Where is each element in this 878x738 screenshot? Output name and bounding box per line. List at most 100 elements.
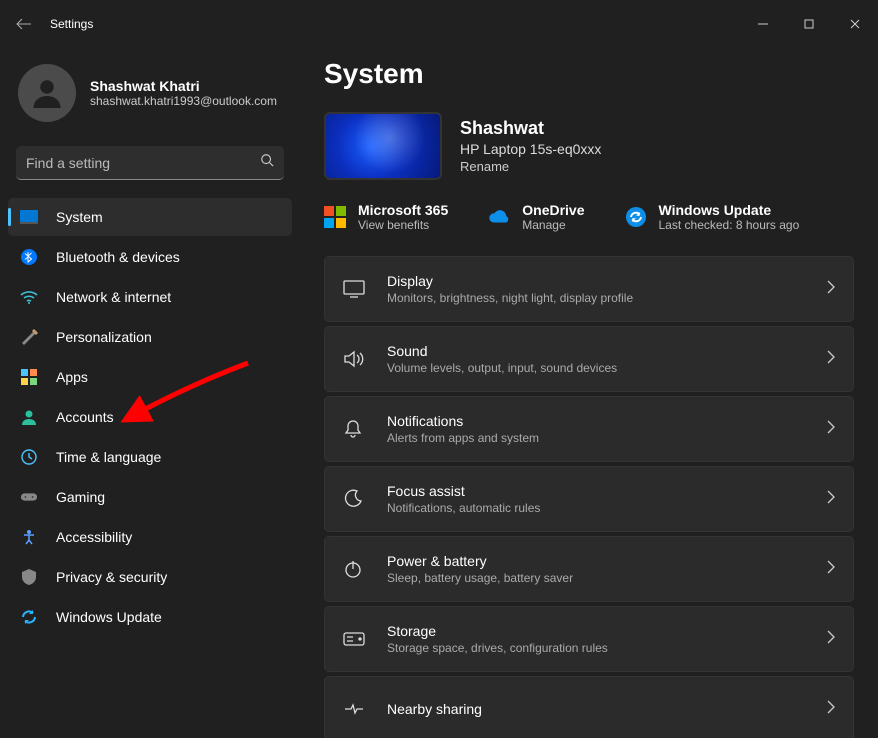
sidebar-item-label: Network & internet bbox=[56, 289, 171, 305]
sound-icon bbox=[343, 350, 365, 368]
tile-title: Notifications bbox=[387, 413, 805, 429]
notifications-icon bbox=[343, 419, 365, 439]
device-user-name: Shashwat bbox=[460, 118, 601, 139]
sidebar-item-label: System bbox=[56, 209, 103, 225]
tile-title: Focus assist bbox=[387, 483, 805, 499]
update-icon bbox=[20, 608, 38, 626]
sidebar-item-apps[interactable]: Apps bbox=[8, 358, 292, 396]
sidebar-item-update[interactable]: Windows Update bbox=[8, 598, 292, 636]
sidebar-item-label: Accessibility bbox=[56, 529, 132, 545]
accessibility-icon bbox=[20, 528, 38, 546]
sidebar-item-label: Apps bbox=[56, 369, 88, 385]
tile-notifications[interactable]: Notifications Alerts from apps and system bbox=[324, 396, 854, 462]
tile-sub: Sleep, battery usage, battery saver bbox=[387, 571, 805, 585]
promo-sub[interactable]: Last checked: 8 hours ago bbox=[659, 218, 800, 232]
accounts-icon bbox=[20, 408, 38, 426]
sidebar-nav: System Bluetooth & devices Network & inter… bbox=[8, 198, 292, 636]
avatar bbox=[18, 64, 76, 122]
promo-sub[interactable]: Manage bbox=[522, 218, 584, 232]
search-input[interactable] bbox=[26, 155, 260, 171]
window-title: Settings bbox=[50, 17, 93, 31]
bluetooth-icon bbox=[20, 248, 38, 266]
onedrive-icon bbox=[488, 206, 510, 228]
device-hero: Shashwat HP Laptop 15s-eq0xxx Rename bbox=[324, 112, 854, 180]
tile-sub: Storage space, drives, configuration rul… bbox=[387, 641, 805, 655]
focus-icon bbox=[343, 489, 365, 509]
sidebar-item-label: Bluetooth & devices bbox=[56, 249, 180, 265]
sidebar-item-gaming[interactable]: Gaming bbox=[8, 478, 292, 516]
tile-title: Sound bbox=[387, 343, 805, 359]
tile-nearby[interactable]: Nearby sharing bbox=[324, 676, 854, 738]
chevron-right-icon bbox=[827, 700, 835, 719]
sidebar-item-time[interactable]: Time & language bbox=[8, 438, 292, 476]
tile-title: Nearby sharing bbox=[387, 701, 805, 717]
page-title: System bbox=[324, 58, 854, 90]
tile-sound[interactable]: Sound Volume levels, output, input, sound… bbox=[324, 326, 854, 392]
profile-block[interactable]: Shashwat Khatri shashwat.khatri1993@outl… bbox=[8, 60, 292, 136]
close-button[interactable] bbox=[832, 8, 878, 40]
system-icon bbox=[20, 208, 38, 226]
search-icon bbox=[260, 153, 274, 172]
maximize-button[interactable] bbox=[786, 8, 832, 40]
back-button[interactable] bbox=[16, 16, 32, 32]
promo-row: Microsoft 365View benefits OneDriveManage… bbox=[324, 202, 854, 232]
chevron-right-icon bbox=[827, 350, 835, 369]
promo-m365[interactable]: Microsoft 365View benefits bbox=[324, 202, 448, 232]
tile-sub: Alerts from apps and system bbox=[387, 431, 805, 445]
sidebar-item-label: Privacy & security bbox=[56, 569, 167, 585]
display-icon bbox=[343, 280, 365, 298]
profile-name: Shashwat Khatri bbox=[90, 78, 277, 94]
sidebar-item-accessibility[interactable]: Accessibility bbox=[8, 518, 292, 556]
sidebar-item-system[interactable]: System bbox=[8, 198, 292, 236]
promo-title: Windows Update bbox=[659, 202, 800, 218]
tile-sub: Monitors, brightness, night light, displ… bbox=[387, 291, 805, 305]
tile-focus[interactable]: Focus assist Notifications, automatic rul… bbox=[324, 466, 854, 532]
sidebar-item-privacy[interactable]: Privacy & security bbox=[8, 558, 292, 596]
tile-sub: Volume levels, output, input, sound devi… bbox=[387, 361, 805, 375]
m365-icon bbox=[324, 206, 346, 228]
nearby-icon bbox=[343, 701, 365, 717]
promo-update[interactable]: Windows UpdateLast checked: 8 hours ago bbox=[625, 202, 800, 232]
tile-title: Storage bbox=[387, 623, 805, 639]
device-model: HP Laptop 15s-eq0xxx bbox=[460, 141, 601, 157]
personalization-icon bbox=[20, 328, 38, 346]
promo-title: OneDrive bbox=[522, 202, 584, 218]
chevron-right-icon bbox=[827, 420, 835, 439]
settings-tiles: DisplayMonitors, brightness, night light… bbox=[324, 256, 854, 738]
main-content: System Shashwat HP Laptop 15s-eq0xxx Ren… bbox=[300, 48, 878, 738]
sidebar-item-accounts[interactable]: Accounts bbox=[8, 398, 292, 436]
chevron-right-icon bbox=[827, 280, 835, 299]
minimize-button[interactable] bbox=[740, 8, 786, 40]
update-icon bbox=[625, 206, 647, 228]
power-icon bbox=[343, 559, 365, 579]
sidebar-item-network[interactable]: Network & internet bbox=[8, 278, 292, 316]
sidebar-item-label: Time & language bbox=[56, 449, 161, 465]
time-icon bbox=[20, 448, 38, 466]
tile-storage[interactable]: Storage Storage space, drives, configurat… bbox=[324, 606, 854, 672]
device-wallpaper bbox=[324, 112, 442, 180]
sidebar-item-label: Accounts bbox=[56, 409, 114, 425]
chevron-right-icon bbox=[827, 630, 835, 649]
search-box[interactable] bbox=[16, 146, 284, 180]
profile-email: shashwat.khatri1993@outlook.com bbox=[90, 94, 277, 108]
promo-onedrive[interactable]: OneDriveManage bbox=[488, 202, 584, 232]
tile-display[interactable]: DisplayMonitors, brightness, night light… bbox=[324, 256, 854, 322]
sidebar-item-label: Windows Update bbox=[56, 609, 162, 625]
tile-title: Power & battery bbox=[387, 553, 805, 569]
apps-icon bbox=[20, 368, 38, 386]
tile-sub: Notifications, automatic rules bbox=[387, 501, 805, 515]
titlebar: Settings bbox=[0, 0, 878, 48]
sidebar-item-bluetooth[interactable]: Bluetooth & devices bbox=[8, 238, 292, 276]
tile-power[interactable]: Power & battery Sleep, battery usage, bat… bbox=[324, 536, 854, 602]
window-controls bbox=[740, 8, 878, 40]
network-icon bbox=[20, 288, 38, 306]
sidebar-item-label: Personalization bbox=[56, 329, 152, 345]
promo-title: Microsoft 365 bbox=[358, 202, 448, 218]
chevron-right-icon bbox=[827, 490, 835, 509]
gaming-icon bbox=[20, 488, 38, 506]
rename-link[interactable]: Rename bbox=[460, 159, 601, 174]
promo-sub[interactable]: View benefits bbox=[358, 218, 448, 232]
chevron-right-icon bbox=[827, 560, 835, 579]
sidebar-item-personalization[interactable]: Personalization bbox=[8, 318, 292, 356]
sidebar-item-label: Gaming bbox=[56, 489, 105, 505]
